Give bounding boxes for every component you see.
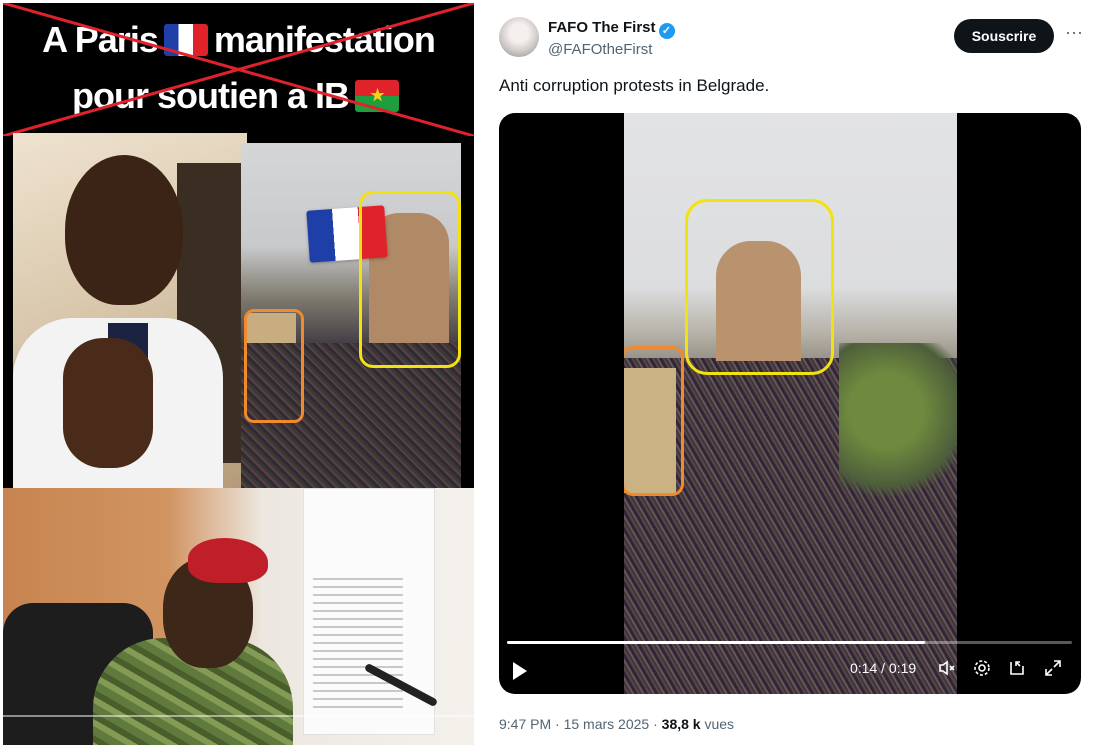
caption-line-2-text: pour soutien a IB bbox=[71, 75, 350, 116]
more-options-icon[interactable]: ··· bbox=[1062, 22, 1086, 46]
seek-bar-fill bbox=[507, 641, 926, 644]
video-progress-line bbox=[3, 715, 474, 717]
meta-separator: · bbox=[555, 716, 560, 732]
verified-badge-icon: ✓ bbox=[658, 23, 675, 39]
soldier-photo bbox=[3, 488, 474, 745]
author-name[interactable]: FAFO The First ✓ bbox=[548, 19, 675, 39]
play-icon[interactable] bbox=[513, 662, 527, 680]
subscribe-button[interactable]: Souscrire bbox=[954, 19, 1054, 53]
yellow-highlight-church bbox=[685, 199, 834, 375]
burkina-faso-flag-icon bbox=[355, 80, 399, 112]
tweet-card: FAFO The First ✓ @FAFOtheFirst Souscrire … bbox=[482, 0, 1100, 748]
orange-highlight-building bbox=[624, 346, 684, 496]
view-count: 38,8 k bbox=[661, 716, 701, 732]
tiktok-collage: A Paris manifestation pour soutien a IB bbox=[3, 3, 474, 745]
caption-line-1-start: A Paris bbox=[42, 19, 159, 60]
trees bbox=[839, 343, 957, 513]
caption-line-1: A Paris manifestation bbox=[3, 19, 474, 61]
volume-muted-icon[interactable] bbox=[936, 658, 958, 680]
view-label: vues bbox=[704, 716, 735, 732]
tweet-time[interactable]: 9:47 PM bbox=[499, 716, 551, 732]
orange-highlight-building bbox=[244, 309, 304, 423]
red-beret bbox=[188, 538, 268, 583]
speaker-photo bbox=[13, 133, 247, 488]
video-controls: 0:14 / 0:19 bbox=[499, 634, 1081, 694]
france-flag-icon bbox=[163, 24, 208, 56]
caption-banner: A Paris manifestation pour soutien a IB bbox=[3, 3, 474, 136]
video-frame bbox=[624, 113, 957, 694]
tweet-date[interactable]: 15 mars 2025 bbox=[564, 716, 650, 732]
settings-icon[interactable] bbox=[971, 658, 993, 680]
picture-in-picture-icon[interactable] bbox=[1006, 658, 1028, 680]
avatar[interactable] bbox=[499, 17, 539, 57]
tweet-meta: 9:47 PM · 15 mars 2025 · 38,8 k vues bbox=[499, 716, 734, 732]
author-handle[interactable]: @FAFOtheFirst bbox=[548, 41, 652, 58]
video-time: 0:14 / 0:19 bbox=[850, 660, 917, 676]
meta-separator: · bbox=[653, 716, 658, 732]
fullscreen-icon[interactable] bbox=[1042, 658, 1064, 680]
aerial-crowd-photo-left bbox=[241, 143, 461, 488]
author-name-text[interactable]: FAFO The First bbox=[548, 19, 656, 36]
seek-bar[interactable] bbox=[507, 641, 1072, 644]
caption-line-1-end: manifestation bbox=[213, 19, 436, 60]
tweet-text: Anti corruption protests in Belgrade. bbox=[499, 76, 770, 95]
caption-line-2: pour soutien a IB bbox=[3, 75, 474, 117]
yellow-highlight-church bbox=[359, 191, 461, 368]
video-player[interactable]: 0:14 / 0:19 bbox=[499, 113, 1081, 694]
